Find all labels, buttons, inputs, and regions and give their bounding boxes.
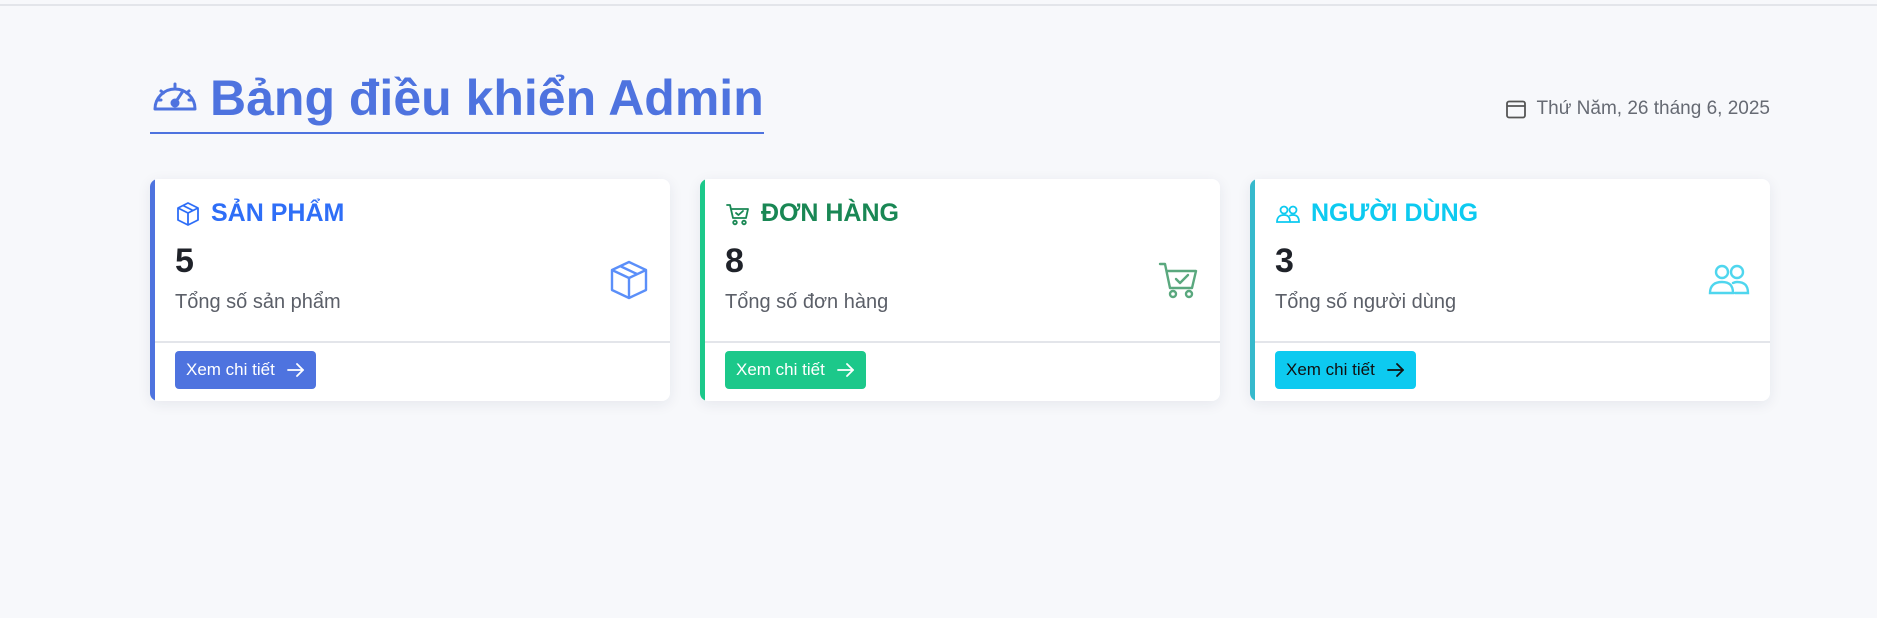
card-body: ĐƠN HÀNG 8 Tổng số đơn hàng <box>725 199 1200 339</box>
top-divider <box>0 0 1877 6</box>
arrow-right-icon <box>836 363 855 377</box>
calendar-icon <box>1505 98 1527 120</box>
card-value: 5 <box>175 242 194 280</box>
people-icon <box>1275 201 1301 227</box>
card-body: NGƯỜI DÙNG 3 Tổng số người dùng <box>1275 199 1750 339</box>
card-value: 3 <box>1275 242 1294 280</box>
dashboard-header: Bảng điều khiển Admin Thứ Năm, 26 tháng … <box>150 70 1770 150</box>
card-value: 8 <box>725 242 744 280</box>
card-title: NGƯỜI DÙNG <box>1275 199 1750 228</box>
cart-check-icon <box>1158 259 1200 301</box>
arrow-right-icon <box>1386 363 1405 377</box>
card-products: SẢN PHẨM 5 Tổng số sản phẩm Xem chi tiết <box>150 179 670 401</box>
page-title-text: Bảng điều khiển Admin <box>210 70 764 126</box>
current-date: Thứ Năm, 26 tháng 6, 2025 <box>1505 98 1770 120</box>
card-description: Tổng số sản phẩm <box>175 291 341 313</box>
arrow-right-icon <box>286 363 305 377</box>
card-footer: Xem chi tiết <box>705 341 1220 401</box>
button-label: Xem chi tiết <box>1286 360 1375 379</box>
button-label: Xem chi tiết <box>186 360 275 379</box>
card-users: NGƯỜI DÙNG 3 Tổng số người dùng Xem chi … <box>1250 179 1770 401</box>
stat-cards: SẢN PHẨM 5 Tổng số sản phẩm Xem chi tiết <box>150 179 1770 401</box>
people-icon <box>1708 259 1750 301</box>
view-products-button[interactable]: Xem chi tiết <box>175 351 316 389</box>
view-orders-button[interactable]: Xem chi tiết <box>725 351 866 389</box>
view-users-button[interactable]: Xem chi tiết <box>1275 351 1416 389</box>
box-icon <box>175 201 201 227</box>
card-title-text: NGƯỜI DÙNG <box>1311 199 1479 227</box>
date-text: Thứ Năm, 26 tháng 6, 2025 <box>1536 98 1770 119</box>
speedometer-icon <box>150 73 200 123</box>
card-title: ĐƠN HÀNG <box>725 199 1200 228</box>
card-title-text: SẢN PHẨM <box>211 199 345 227</box>
card-description: Tổng số đơn hàng <box>725 291 889 313</box>
page-title: Bảng điều khiển Admin <box>150 70 764 134</box>
card-footer: Xem chi tiết <box>1255 341 1770 401</box>
cart-check-icon <box>725 201 751 227</box>
card-title: SẢN PHẨM <box>175 199 650 228</box>
button-label: Xem chi tiết <box>736 360 825 379</box>
box-icon <box>608 259 650 301</box>
card-body: SẢN PHẨM 5 Tổng số sản phẩm <box>175 199 650 339</box>
card-description: Tổng số người dùng <box>1275 291 1457 313</box>
card-footer: Xem chi tiết <box>155 341 670 401</box>
card-orders: ĐƠN HÀNG 8 Tổng số đơn hàng Xem chi tiết <box>700 179 1220 401</box>
card-title-text: ĐƠN HÀNG <box>761 199 899 227</box>
dashboard-container: Bảng điều khiển Admin Thứ Năm, 26 tháng … <box>150 70 1770 401</box>
